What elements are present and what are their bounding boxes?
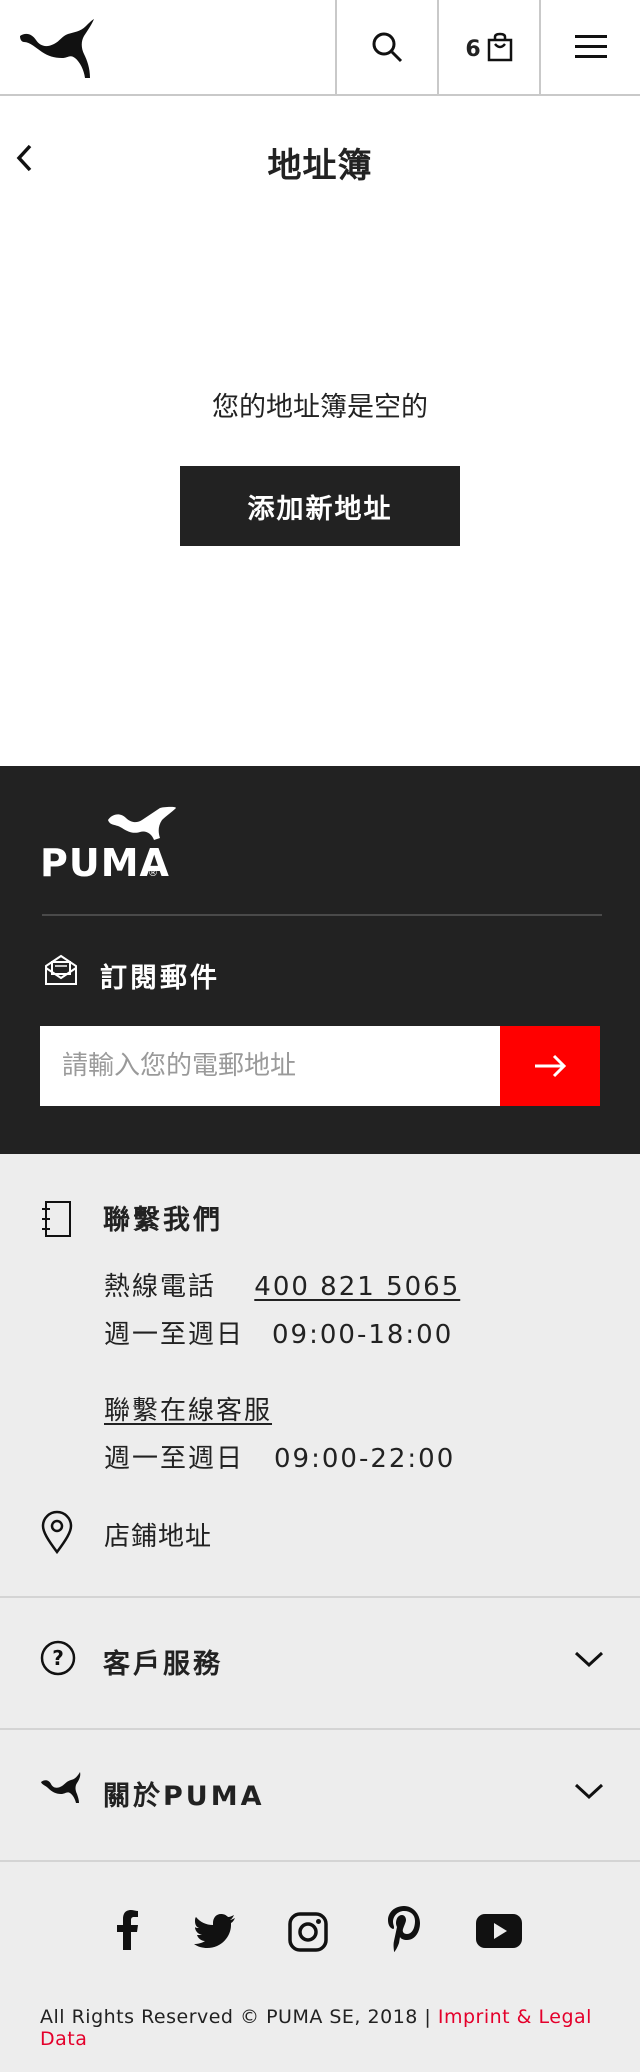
- envelope-icon: [44, 954, 78, 990]
- puma-wordmark-logo: PUMA ®: [40, 806, 180, 885]
- hotline-row: 熱線電話 400 821 5065: [104, 1266, 460, 1303]
- facebook-icon[interactable]: [114, 1910, 140, 1954]
- hotline-number-link[interactable]: 400 821 5065: [254, 1272, 460, 1302]
- footer-divider: [42, 914, 602, 916]
- cart-count: 6: [465, 36, 481, 62]
- svg-text:?: ?: [52, 1646, 64, 1670]
- menu-button[interactable]: [539, 0, 640, 94]
- arrow-right-icon: [535, 1054, 567, 1078]
- svg-text:®: ®: [148, 868, 158, 878]
- hamburger-icon: [574, 35, 607, 58]
- store-locator-link[interactable]: 店鋪地址: [104, 1516, 212, 1553]
- page-title: 地址簿: [267, 146, 373, 186]
- youtube-icon[interactable]: [476, 1914, 522, 1952]
- online-service-row: 聯繫在線客服: [104, 1390, 272, 1427]
- site-header: 6: [0, 0, 640, 96]
- hotline-hours: 09:00-18:00: [272, 1320, 454, 1350]
- email-input[interactable]: [40, 1026, 500, 1106]
- online-service-link[interactable]: 聯繫在線客服: [104, 1396, 272, 1426]
- search-button[interactable]: [335, 0, 437, 94]
- copyright-text: All Rights Reserved © PUMA SE, 2018 | Im…: [40, 2006, 640, 2050]
- accordion-about-puma[interactable]: 關於PUMA: [0, 1728, 640, 1860]
- notebook-icon: [40, 1200, 72, 1242]
- hotline-hours-row: 週一至週日 09:00-18:00: [104, 1314, 453, 1351]
- question-icon: ?: [40, 1640, 76, 1680]
- subscribe-submit-button[interactable]: [500, 1026, 600, 1106]
- search-icon: [372, 32, 403, 63]
- puma-logo-icon[interactable]: [18, 18, 96, 80]
- online-hours: 09:00-22:00: [274, 1444, 456, 1474]
- newsletter-title: 訂閱郵件: [100, 963, 220, 994]
- social-links: [0, 1906, 640, 1970]
- accordion-label: 關於PUMA: [103, 1781, 265, 1812]
- empty-address-message: 您的地址簿是空的: [212, 392, 428, 423]
- accordion-label: 客戶服務: [103, 1649, 223, 1680]
- add-address-button[interactable]: 添加新地址: [180, 466, 460, 546]
- pinterest-icon[interactable]: [386, 1906, 422, 1956]
- shopping-bag-icon: [487, 32, 512, 62]
- footer-links: 聯繫我們 熱線電話 400 821 5065 週一至週日 09:00-18:00 …: [0, 1154, 640, 2072]
- puma-cat-icon: [40, 1770, 82, 1808]
- instagram-icon[interactable]: [288, 1912, 328, 1956]
- chevron-down-icon: [574, 1650, 604, 1672]
- accordion-customer-service[interactable]: ? 客戶服務: [0, 1596, 640, 1728]
- copyright-label: All Rights Reserved © PUMA SE, 2018 |: [40, 2006, 438, 2028]
- twitter-icon[interactable]: [194, 1914, 236, 1952]
- chevron-down-icon: [574, 1782, 604, 1804]
- newsletter-section: PUMA ® 訂閱郵件: [0, 766, 640, 1154]
- location-pin-icon: [40, 1510, 74, 1558]
- cart-button[interactable]: 6: [437, 0, 539, 94]
- online-hours-row: 週一至週日 09:00-22:00: [104, 1438, 455, 1475]
- hotline-label: 熱線電話: [104, 1272, 217, 1302]
- hotline-hours-label: 週一至週日: [104, 1320, 245, 1350]
- contact-title: 聯繫我們: [103, 1205, 223, 1236]
- online-hours-label: 週一至週日: [104, 1444, 245, 1474]
- footer-divider: [0, 1860, 640, 1862]
